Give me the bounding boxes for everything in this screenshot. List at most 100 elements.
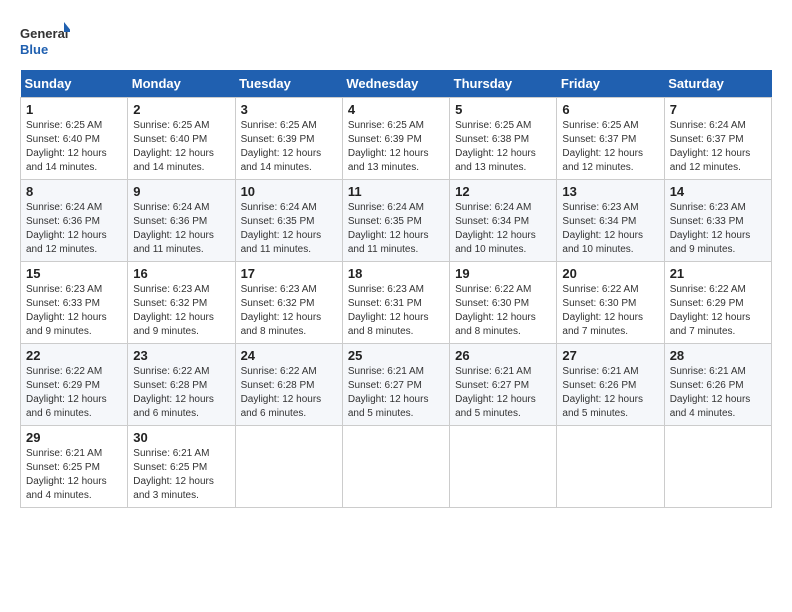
day-info: Sunrise: 6:23 AMSunset: 6:34 PMDaylight:… <box>562 202 643 255</box>
day-info: Sunrise: 6:25 AMSunset: 6:40 PMDaylight:… <box>133 120 214 173</box>
calendar-table: SundayMondayTuesdayWednesdayThursdayFrid… <box>20 70 772 508</box>
day-info: Sunrise: 6:24 AMSunset: 6:35 PMDaylight:… <box>348 202 429 255</box>
logo: General Blue <box>20 20 70 60</box>
day-info: Sunrise: 6:21 AMSunset: 6:25 PMDaylight:… <box>133 448 214 501</box>
day-info: Sunrise: 6:23 AMSunset: 6:31 PMDaylight:… <box>348 284 429 337</box>
day-info: Sunrise: 6:21 AMSunset: 6:26 PMDaylight:… <box>670 366 751 419</box>
calendar-cell: 7 Sunrise: 6:24 AMSunset: 6:37 PMDaylight… <box>664 98 771 180</box>
day-info: Sunrise: 6:23 AMSunset: 6:32 PMDaylight:… <box>133 284 214 337</box>
calendar-cell: 22 Sunrise: 6:22 AMSunset: 6:29 PMDayligh… <box>21 344 128 426</box>
calendar-cell: 8Sunrise: 6:24 AMSunset: 6:36 PMDaylight… <box>21 180 128 262</box>
calendar-cell: 23Sunrise: 6:22 AMSunset: 6:28 PMDayligh… <box>128 344 235 426</box>
calendar-cell: 27Sunrise: 6:21 AMSunset: 6:26 PMDayligh… <box>557 344 664 426</box>
week-row-4: 22 Sunrise: 6:22 AMSunset: 6:29 PMDayligh… <box>21 344 772 426</box>
calendar-cell: 25 Sunrise: 6:21 AMSunset: 6:27 PMDayligh… <box>342 344 449 426</box>
calendar-cell: 11 Sunrise: 6:24 AMSunset: 6:35 PMDayligh… <box>342 180 449 262</box>
header-wednesday: Wednesday <box>342 70 449 98</box>
day-number: 11 <box>348 184 444 199</box>
calendar-cell: 15 Sunrise: 6:23 AMSunset: 6:33 PMDayligh… <box>21 262 128 344</box>
day-number: 21 <box>670 266 766 281</box>
page-header: General Blue <box>20 20 772 60</box>
day-info: Sunrise: 6:24 AMSunset: 6:34 PMDaylight:… <box>455 202 536 255</box>
calendar-cell: 21 Sunrise: 6:22 AMSunset: 6:29 PMDayligh… <box>664 262 771 344</box>
day-number: 16 <box>133 266 229 281</box>
day-info: Sunrise: 6:24 AMSunset: 6:36 PMDaylight:… <box>133 202 214 255</box>
calendar-cell: 10Sunrise: 6:24 AMSunset: 6:35 PMDayligh… <box>235 180 342 262</box>
week-row-1: 1 Sunrise: 6:25 AMSunset: 6:40 PMDaylight… <box>21 98 772 180</box>
day-info: Sunrise: 6:21 AMSunset: 6:25 PMDaylight:… <box>26 448 107 501</box>
day-number: 17 <box>241 266 337 281</box>
day-number: 27 <box>562 348 658 363</box>
calendar-cell: 9 Sunrise: 6:24 AMSunset: 6:36 PMDaylight… <box>128 180 235 262</box>
calendar-cell: 1 Sunrise: 6:25 AMSunset: 6:40 PMDaylight… <box>21 98 128 180</box>
day-info: Sunrise: 6:21 AMSunset: 6:27 PMDaylight:… <box>455 366 536 419</box>
day-number: 3 <box>241 102 337 117</box>
day-number: 24 <box>241 348 337 363</box>
calendar-cell <box>557 426 664 508</box>
header-monday: Monday <box>128 70 235 98</box>
calendar-cell: 20 Sunrise: 6:22 AMSunset: 6:30 PMDayligh… <box>557 262 664 344</box>
svg-text:General: General <box>20 26 68 41</box>
day-number: 9 <box>133 184 229 199</box>
week-row-2: 8 Sunrise: 6:24 AMSunset: 6:36 PMDaylight… <box>21 180 772 262</box>
calendar-cell: 30 Sunrise: 6:21 AMSunset: 6:25 PMDayligh… <box>128 426 235 508</box>
calendar-cell <box>450 426 557 508</box>
day-number: 20 <box>562 266 658 281</box>
day-info: Sunrise: 6:22 AMSunset: 6:29 PMDaylight:… <box>26 366 107 419</box>
day-number: 19 <box>455 266 551 281</box>
header-thursday: Thursday <box>450 70 557 98</box>
day-info: Sunrise: 6:22 AMSunset: 6:30 PMDaylight:… <box>562 284 643 337</box>
day-info: Sunrise: 6:25 AMSunset: 6:38 PMDaylight:… <box>455 120 536 173</box>
day-number: 22 <box>26 348 122 363</box>
day-info: Sunrise: 6:23 AMSunset: 6:33 PMDaylight:… <box>26 284 107 337</box>
day-info: Sunrise: 6:24 AMSunset: 6:35 PMDaylight:… <box>241 202 322 255</box>
calendar-cell: 5 Sunrise: 6:25 AMSunset: 6:38 PMDaylight… <box>450 98 557 180</box>
day-number: 1 <box>26 102 122 117</box>
day-number: 6 <box>562 102 658 117</box>
calendar-cell: 14Sunrise: 6:23 AMSunset: 6:33 PMDayligh… <box>664 180 771 262</box>
calendar-cell <box>235 426 342 508</box>
day-number: 4 <box>348 102 444 117</box>
day-info: Sunrise: 6:23 AMSunset: 6:32 PMDaylight:… <box>241 284 322 337</box>
calendar-cell: 3 Sunrise: 6:25 AMSunset: 6:39 PMDaylight… <box>235 98 342 180</box>
day-number: 14 <box>670 184 766 199</box>
calendar-cell: 2 Sunrise: 6:25 AMSunset: 6:40 PMDaylight… <box>128 98 235 180</box>
day-number: 5 <box>455 102 551 117</box>
day-number: 18 <box>348 266 444 281</box>
day-number: 15 <box>26 266 122 281</box>
calendar-cell <box>664 426 771 508</box>
calendar-cell: 19 Sunrise: 6:22 AMSunset: 6:30 PMDayligh… <box>450 262 557 344</box>
calendar-cell: 6Sunrise: 6:25 AMSunset: 6:37 PMDaylight… <box>557 98 664 180</box>
header-saturday: Saturday <box>664 70 771 98</box>
day-info: Sunrise: 6:21 AMSunset: 6:27 PMDaylight:… <box>348 366 429 419</box>
day-info: Sunrise: 6:22 AMSunset: 6:30 PMDaylight:… <box>455 284 536 337</box>
calendar-cell: 17 Sunrise: 6:23 AMSunset: 6:32 PMDayligh… <box>235 262 342 344</box>
calendar-cell: 24 Sunrise: 6:22 AMSunset: 6:28 PMDayligh… <box>235 344 342 426</box>
day-info: Sunrise: 6:22 AMSunset: 6:28 PMDaylight:… <box>241 366 322 419</box>
calendar-cell: 12 Sunrise: 6:24 AMSunset: 6:34 PMDayligh… <box>450 180 557 262</box>
calendar-cell: 26Sunrise: 6:21 AMSunset: 6:27 PMDayligh… <box>450 344 557 426</box>
header-sunday: Sunday <box>21 70 128 98</box>
day-info: Sunrise: 6:24 AMSunset: 6:37 PMDaylight:… <box>670 120 751 173</box>
day-number: 30 <box>133 430 229 445</box>
calendar-cell <box>342 426 449 508</box>
header-row: SundayMondayTuesdayWednesdayThursdayFrid… <box>21 70 772 98</box>
day-number: 2 <box>133 102 229 117</box>
day-number: 7 <box>670 102 766 117</box>
week-row-5: 29Sunrise: 6:21 AMSunset: 6:25 PMDayligh… <box>21 426 772 508</box>
calendar-cell: 4 Sunrise: 6:25 AMSunset: 6:39 PMDaylight… <box>342 98 449 180</box>
day-info: Sunrise: 6:25 AMSunset: 6:39 PMDaylight:… <box>241 120 322 173</box>
day-info: Sunrise: 6:22 AMSunset: 6:29 PMDaylight:… <box>670 284 751 337</box>
day-number: 8 <box>26 184 122 199</box>
day-number: 28 <box>670 348 766 363</box>
week-row-3: 15 Sunrise: 6:23 AMSunset: 6:33 PMDayligh… <box>21 262 772 344</box>
calendar-cell: 28 Sunrise: 6:21 AMSunset: 6:26 PMDayligh… <box>664 344 771 426</box>
day-number: 23 <box>133 348 229 363</box>
header-tuesday: Tuesday <box>235 70 342 98</box>
day-info: Sunrise: 6:25 AMSunset: 6:40 PMDaylight:… <box>26 120 107 173</box>
day-number: 12 <box>455 184 551 199</box>
header-friday: Friday <box>557 70 664 98</box>
day-info: Sunrise: 6:25 AMSunset: 6:39 PMDaylight:… <box>348 120 429 173</box>
day-number: 25 <box>348 348 444 363</box>
calendar-cell: 18 Sunrise: 6:23 AMSunset: 6:31 PMDayligh… <box>342 262 449 344</box>
